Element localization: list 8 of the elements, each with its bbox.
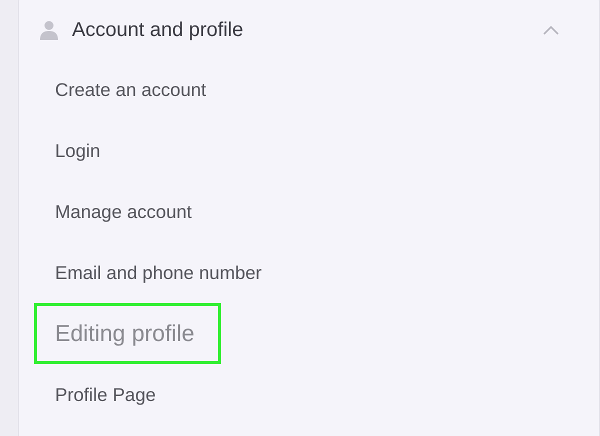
menu-item[interactable]: Login bbox=[55, 140, 100, 162]
person-icon bbox=[40, 20, 58, 40]
menu-item[interactable]: Email and phone number bbox=[55, 262, 262, 284]
menu-item[interactable]: Create an account bbox=[55, 78, 206, 100]
chevron-icon[interactable] bbox=[543, 25, 559, 35]
section-title: Account and profile bbox=[72, 18, 244, 42]
menu-item[interactable]: Manage account bbox=[55, 200, 192, 222]
menu-item[interactable]: Profile Page bbox=[55, 384, 156, 406]
